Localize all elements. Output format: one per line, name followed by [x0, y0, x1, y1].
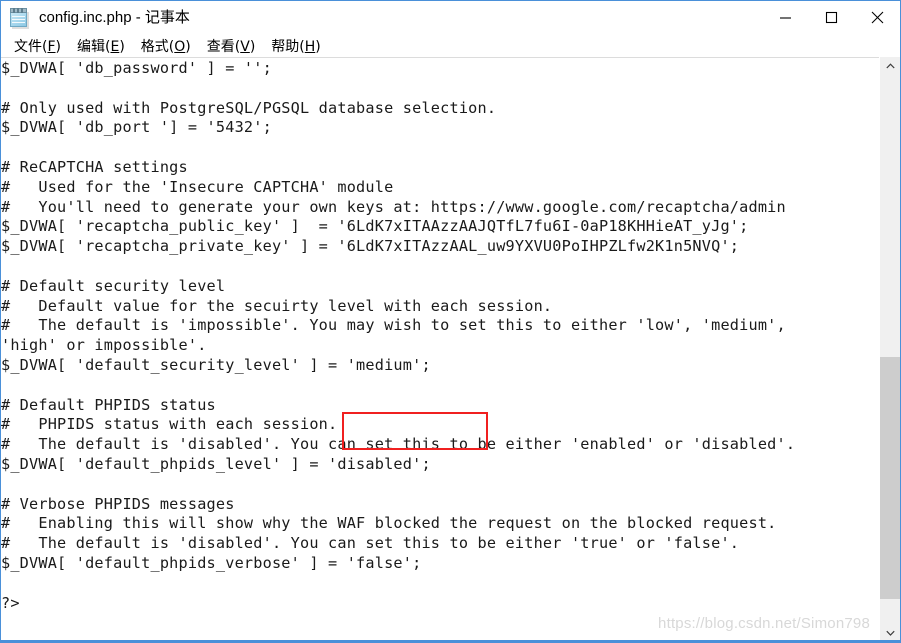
editor-text[interactable]: $_DVWA[ 'db_password' ] = ''; # Only use… — [1, 59, 900, 613]
text-editor-area[interactable]: $_DVWA[ 'db_password' ] = ''; # Only use… — [1, 57, 900, 642]
annotation-highlight-box — [342, 412, 488, 450]
editor-top-divider — [1, 57, 879, 58]
window-title: config.inc.php - 记事本 — [39, 9, 190, 26]
menu-item-edit[interactable]: 编辑(E) — [69, 35, 133, 57]
menu-item-format[interactable]: 格式(O) — [133, 35, 199, 57]
title-bar: config.inc.php - 记事本 — [1, 1, 900, 34]
scroll-up-arrow[interactable] — [880, 57, 900, 75]
minimize-button[interactable] — [762, 1, 808, 34]
menu-item-view[interactable]: 查看(V) — [199, 35, 264, 57]
close-button[interactable] — [854, 1, 900, 34]
vertical-scrollbar[interactable] — [879, 57, 900, 642]
menu-bar: 文件(F) 编辑(E) 格式(O) 查看(V) 帮助(H) — [1, 34, 900, 57]
scrollbar-thumb[interactable] — [880, 357, 900, 599]
menu-item-file[interactable]: 文件(F) — [6, 35, 69, 57]
maximize-button[interactable] — [808, 1, 854, 34]
window-bottom-edge — [1, 640, 900, 642]
notepad-window: config.inc.php - 记事本 文件(F) 编辑(E) 格式(O) 查… — [0, 0, 901, 643]
menu-item-help[interactable]: 帮助(H) — [263, 35, 328, 57]
window-controls — [762, 1, 900, 34]
scrollbar-track-upper[interactable] — [880, 75, 900, 357]
notepad-icon — [9, 7, 31, 29]
